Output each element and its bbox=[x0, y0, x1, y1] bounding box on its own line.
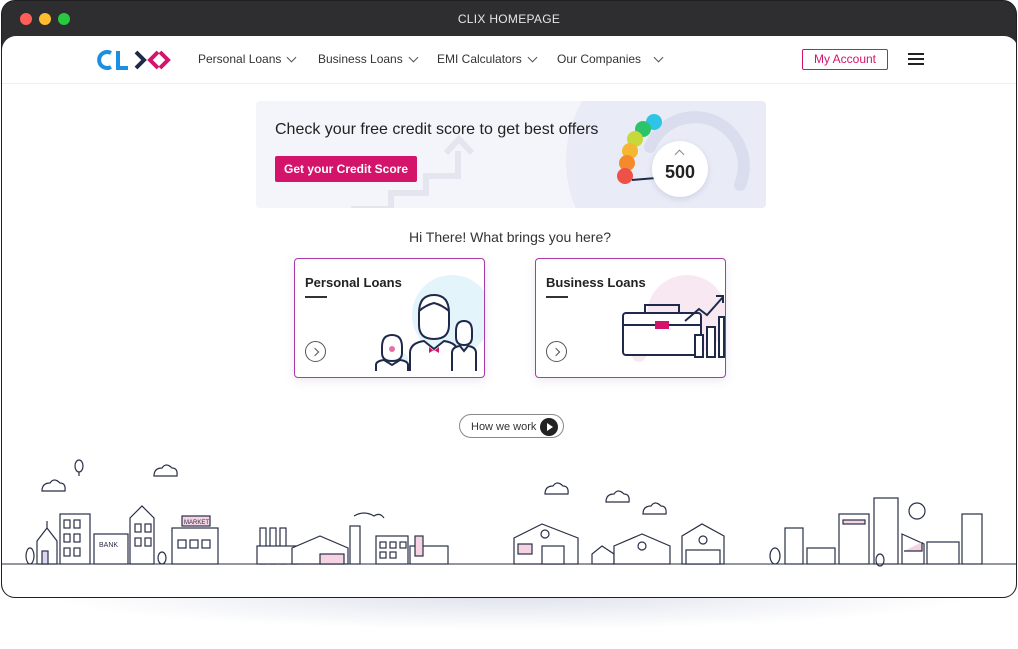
market-label: MARKET bbox=[184, 520, 209, 526]
site-header: Personal Loans Business Loans EMI Calcul… bbox=[2, 36, 1016, 84]
my-account-button[interactable]: My Account bbox=[802, 49, 888, 70]
page-viewport: Personal Loans Business Loans EMI Calcul… bbox=[2, 36, 1016, 597]
personal-loans-card[interactable]: Personal Loans bbox=[294, 258, 485, 378]
how-we-work-label: How we work bbox=[471, 421, 537, 433]
chevron-down-icon bbox=[286, 52, 297, 62]
nav-our-companies[interactable]: Our Companies bbox=[557, 52, 664, 66]
nav-personal-loans[interactable]: Personal Loans bbox=[198, 52, 297, 66]
get-credit-score-button[interactable]: Get your Credit Score bbox=[275, 156, 417, 182]
banner-headline: Check your free credit score to get best… bbox=[275, 121, 599, 138]
card-underline bbox=[546, 296, 568, 298]
credit-score-banner: Check your free credit score to get best… bbox=[256, 101, 766, 208]
chevron-down-icon bbox=[527, 52, 538, 62]
briefcase-growth-icon bbox=[622, 275, 725, 362]
play-icon bbox=[540, 418, 558, 436]
greeting-text: Hi There! What brings you here? bbox=[408, 229, 612, 245]
credit-score-value: 500 bbox=[664, 162, 696, 182]
family-icon bbox=[375, 275, 484, 371]
chevron-down-icon bbox=[408, 52, 419, 62]
arrow-right-icon[interactable] bbox=[546, 341, 567, 362]
bank-label: BANK bbox=[99, 542, 118, 549]
card-underline bbox=[305, 296, 327, 298]
clix-logo[interactable] bbox=[96, 49, 172, 71]
cityscape-illustration: BANK MARKET bbox=[2, 459, 1016, 567]
nav-business-loans[interactable]: Business Loans bbox=[318, 52, 419, 66]
hamburger-menu-icon[interactable] bbox=[908, 53, 924, 66]
window-title: CLIX HOMEPAGE bbox=[457, 12, 561, 26]
nav-emi-calculators[interactable]: EMI Calculators bbox=[437, 52, 538, 66]
arrow-right-icon[interactable] bbox=[305, 341, 326, 362]
business-loans-card[interactable]: Business Loans bbox=[535, 258, 726, 378]
chevron-down-icon bbox=[653, 52, 664, 62]
title-bar: CLIX HOMEPAGE bbox=[2, 1, 1016, 37]
how-we-work-button[interactable]: How we work bbox=[459, 414, 564, 438]
browser-window: CLIX HOMEPAGE Personal Loans Business Lo… bbox=[1, 0, 1017, 598]
